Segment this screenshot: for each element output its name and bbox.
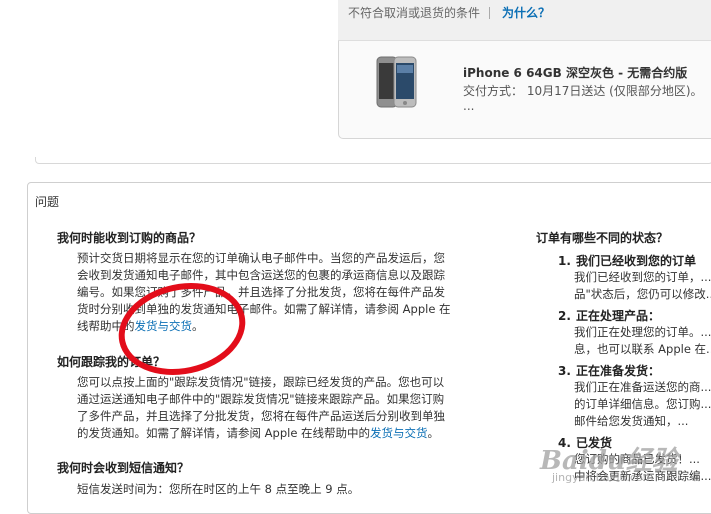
product-name: iPhone 6 64GB 深空灰色 - 无需合约版 [463,66,688,80]
status-item-desc: 我们已经收到您的订单，... 品"状态后，您仍可以修改... [558,269,711,303]
status-line: 我们正在处理您的订单。... [574,325,711,339]
q1-line: 预计交货日期将显示在您的订单确认电子邮件中。当您的产品发运后，您 [77,251,445,265]
status-line: 息，也可以联系 Apple 在... [574,342,711,356]
questions-header: 问题 [35,195,60,209]
status-num: 1. [558,254,571,268]
status-line: 的订单详细信息。您订购... [574,397,711,411]
status-item: 1. 我们已经收到您的订单 我们已经收到您的订单，... 品"状态后，您仍可以修… [558,250,711,303]
q3-body: 短信发送时间为：您所在时区的上午 8 点至晚上 9 点。 [77,482,360,496]
status-item-desc: 我们正在处理您的订单。... 息，也可以联系 Apple 在... [558,324,711,358]
status-item-desc: 我们正在准备运送您的商... 的订单详细信息。您订购... 邮件给您发货通知，.… [558,379,711,430]
status-line: 品"状态后，您仍可以修改... [574,287,711,301]
status-item-title: 正在准备发货： [576,364,661,378]
q1-line: 会收到发货通知电子邮件，其中包含运送您的包裹的承运商信息以及跟踪 [77,268,445,282]
q2-line: 通过运送通知电子邮件中的"跟踪发货情况"链接来跟踪产品。如果您订购 [77,392,445,406]
panel-bottom-border [35,157,711,164]
iphone-icon [376,56,418,109]
status-line: 我们正在准备运送您的商... [574,380,711,394]
q2-body: 您可以点按上面的"跟踪发货情况"链接，跟踪已经发货的产品。您也可以 通过运送通知… [77,374,445,442]
watermark-url: jingyan.baidu.com [552,471,654,484]
q3-title: 我何时会收到短信通知？ [57,461,190,475]
status-num: 3. [558,364,571,378]
q1-line: 编号。如果您订购了多件产品，并且选择了分批发货，您将在每件产品发 [77,285,445,299]
cancel-return-note: 不符合取消或退货的条件 [348,6,481,20]
status-item-title: 我们已经收到您的订单 [576,254,697,268]
delivery-info: 交付方式： 10月17日送达 (仅限部分地区)。 ... [463,84,703,113]
status-item: 2. 正在处理产品： 我们正在处理您的订单。... 息，也可以联系 Apple … [558,305,711,358]
q2-line: 您可以点按上面的"跟踪发货情况"链接，跟踪已经发货的产品。您也可以 [77,375,445,389]
status-item-title: 正在处理产品： [576,309,661,323]
shipping-delivery-link-2[interactable]: 发货与交货 [370,426,428,440]
q2-line-end: 。 [427,426,440,440]
q2-line-text: 的发货通知。如需了解详情，请参阅 Apple 在线帮助中的 [77,426,371,440]
q1-title: 我何时能收到订购的商品？ [57,231,202,245]
separator [489,7,490,19]
q2-line: 了多件产品，并且选择了分批发货，您将在每件产品运送后分别收到单独 [77,409,445,423]
status-line: 邮件给您发货通知，... [574,414,689,428]
why-link[interactable]: 为什么？ [502,5,550,21]
status-line: 我们已经收到您的订单，... [574,270,711,284]
status-title: 订单有哪些不同的状态？ [536,231,669,245]
status-item: 3. 正在准备发货： 我们正在准备运送您的商... 的订单详细信息。您订购...… [558,360,711,430]
q2-line-last: 的发货通知。如需了解详情，请参阅 Apple 在线帮助中的发货与交货。 [77,425,445,442]
status-num: 2. [558,309,571,323]
